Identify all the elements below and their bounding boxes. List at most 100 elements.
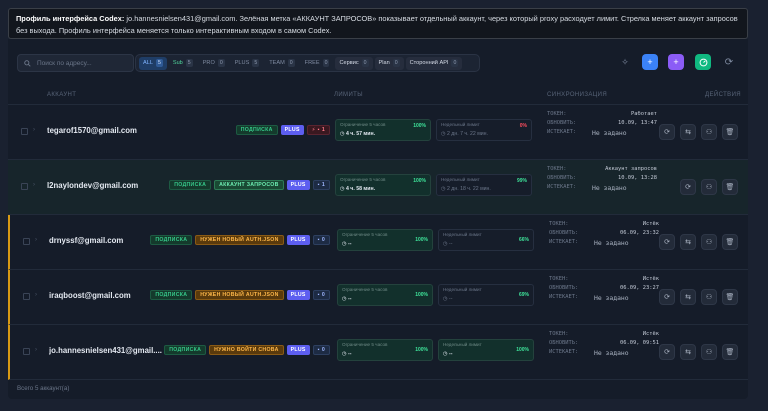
user-settings-button[interactable]: ⚇ — [701, 124, 717, 140]
delete-button[interactable]: 🗑 — [722, 124, 738, 140]
refresh-token-button[interactable]: ⟳ — [659, 344, 675, 360]
toolbar: Поиск по адресу... ALL 5 Sub 5 PRO 0 PLUS 5 … — [8, 39, 748, 85]
refresh-token-button[interactable]: ⟳ — [659, 289, 675, 305]
account-email: tegarof1570@gmail.com — [47, 126, 137, 135]
chevron-right-icon[interactable]: › — [35, 237, 37, 243]
refresh-icon: ⟳ — [664, 129, 670, 136]
count-badge: ⚡ ▪ 1 — [306, 125, 330, 135]
filter-third-party-api[interactable]: Сторонний API 0 — [405, 56, 463, 70]
refresh-button[interactable]: ⟳ — [721, 54, 737, 70]
row-checkbox[interactable] — [21, 128, 28, 135]
plus-icon: + — [673, 57, 679, 67]
row-checkbox[interactable] — [23, 293, 30, 300]
swap-arrows-icon: ⇆ — [685, 294, 691, 301]
sparkle-button[interactable]: ✧ — [617, 54, 633, 70]
row-actions: ⟳ ⇆ ⚇ 🗑 — [659, 289, 738, 305]
header-limits: ЛИМИТЫ — [334, 92, 363, 98]
swap-arrows-icon: ⇆ — [685, 129, 691, 136]
delete-button[interactable]: 🗑 — [722, 344, 738, 360]
accounts-panel: Поиск по адресу... ALL 5 Sub 5 PRO 0 PLUS 5 … — [8, 39, 748, 399]
add-account-button[interactable]: + — [642, 54, 658, 70]
sync-info: ТОКЕН: Истёк ОБНОВИТЬ: 06.09, 23:32 ИСТЕКА… — [549, 221, 659, 247]
table-header: АККАУНТ ЛИМИТЫ СИНХРОНИЗАЦИЯ ДЕЙСТВИЯ — [8, 85, 748, 105]
expires-value: Не задано — [592, 129, 627, 137]
subscription-badge: ПОДПИСКА — [150, 290, 193, 300]
filter-service[interactable]: Сервис 0 — [335, 56, 373, 70]
user-settings-button[interactable]: ⚇ — [701, 344, 717, 360]
delete-button[interactable]: 🗑 — [722, 234, 738, 250]
link-icon: ▪ — [317, 347, 320, 353]
filter-plus[interactable]: PLUS 5 — [231, 57, 264, 70]
delete-button[interactable]: 🗑 — [722, 179, 738, 195]
expires-value: Не задано — [594, 349, 629, 357]
clock-icon: ◷ — [443, 296, 448, 302]
expires-value: Не задано — [594, 294, 629, 302]
expires-value: Не задано — [592, 184, 627, 192]
clock-icon: ◷ — [441, 131, 446, 137]
plan-badge: PLUS — [286, 180, 310, 190]
count-badge: ▪ 1 — [312, 180, 330, 190]
footer-total: Всего 5 аккаунт(а) — [17, 385, 70, 392]
chevron-right-icon[interactable]: › — [35, 292, 37, 298]
row-checkbox[interactable] — [23, 238, 30, 245]
clock-icon: ◷ — [342, 296, 347, 302]
link-icon: ▪ — [317, 182, 320, 188]
token-status: Истёк — [642, 331, 659, 337]
filter-all[interactable]: ALL 5 — [139, 56, 167, 70]
row-badges: ПОДПИСКА НУЖНО ВОЙТИ СНОВА PLUS ▪ 0 — [164, 345, 330, 355]
plus-icon: + — [647, 57, 653, 67]
header-account: АККАУНТ — [47, 92, 77, 98]
sparkle-icon: ✧ — [621, 56, 629, 67]
chevron-right-icon[interactable]: › — [35, 347, 37, 353]
count-badge: ▪ 0 — [312, 235, 330, 245]
row-badges: ПОДПИСКА НУЖЕН НОВЫЙ AUTH.JSON PLUS ▪ 0 — [150, 235, 330, 245]
row-badges: ПОДПИСКА НУЖЕН НОВЫЙ AUTH.JSON PLUS ▪ 0 — [150, 290, 330, 300]
filter-pro[interactable]: PRO 0 — [199, 57, 229, 70]
bolt-icon: ⚡ — [311, 127, 316, 133]
filter-team[interactable]: TEAM 0 — [265, 57, 298, 70]
subscription-badge: ПОДПИСКА — [235, 125, 278, 135]
switch-account-button[interactable]: ⇆ — [680, 234, 696, 250]
user-settings-button[interactable]: ⚇ — [701, 234, 717, 250]
header-sync: СИНХРОНИЗАЦИЯ — [547, 92, 608, 98]
count-badge: ▪ 0 — [312, 290, 330, 300]
chevron-right-icon[interactable]: › — [33, 182, 35, 188]
search-input[interactable]: Поиск по адресу... — [37, 60, 92, 67]
user-settings-button[interactable]: ⚇ — [701, 289, 717, 305]
user-settings-button[interactable]: ⚇ — [701, 179, 717, 195]
tooltip-text: jo.hannesnielsen431@gmail.com. Зелёная м… — [16, 14, 738, 35]
request-account-badge: АККАУНТ ЗАПРОСОВ — [214, 180, 284, 190]
row-checkbox[interactable] — [23, 348, 30, 355]
search-box[interactable]: Поиск по адресу... — [17, 54, 134, 72]
refresh-token-button[interactable]: ⟳ — [659, 234, 675, 250]
refresh-token-button[interactable]: ⟳ — [659, 124, 675, 140]
refresh-token-button[interactable]: ⟳ — [680, 179, 696, 195]
subscription-badge: ПОДПИСКА — [169, 180, 212, 190]
filter-free[interactable]: FREE 0 — [301, 57, 334, 70]
token-status: Истёк — [642, 276, 659, 282]
tooltip-title: Профиль интерфейса Codex: — [16, 14, 125, 23]
switch-account-button[interactable]: ⇆ — [680, 124, 696, 140]
switch-account-button[interactable]: ⇆ — [680, 289, 696, 305]
trash-icon: 🗑 — [725, 184, 735, 191]
token-status: Работает — [631, 111, 657, 117]
chevron-right-icon[interactable]: › — [33, 127, 35, 133]
delete-button[interactable]: 🗑 — [722, 289, 738, 305]
switch-account-button[interactable]: ⇆ — [680, 344, 696, 360]
table-row: › iraqboost@gmail.com ПОДПИСКА НУЖЕН НОВ… — [8, 270, 748, 325]
filter-plan[interactable]: Plan 0 — [374, 56, 404, 70]
add-service-button[interactable]: + — [668, 54, 684, 70]
clock-icon: ◷ — [441, 186, 446, 192]
plan-badge: PLUS — [286, 290, 310, 300]
plan-badge: PLUS — [286, 235, 310, 245]
table-row: › jo.hannesnielsen431@gmail.... ПОДПИСКА… — [8, 325, 748, 380]
row-checkbox[interactable] — [21, 183, 28, 190]
update-time: 10.09, 13:28 — [618, 175, 657, 181]
limit-5h: Ограничение 5 часов 100% ◷ -- — [337, 339, 433, 361]
clock-icon: ◷ — [340, 131, 345, 137]
token-status: Истёк — [642, 221, 659, 227]
limit-week: Недельный лимит 66% ◷ -- — [438, 229, 534, 251]
gauge-button[interactable] — [695, 54, 711, 70]
update-time: 06.09, 23:32 — [620, 230, 659, 236]
filter-sub[interactable]: Sub 5 — [169, 57, 197, 70]
